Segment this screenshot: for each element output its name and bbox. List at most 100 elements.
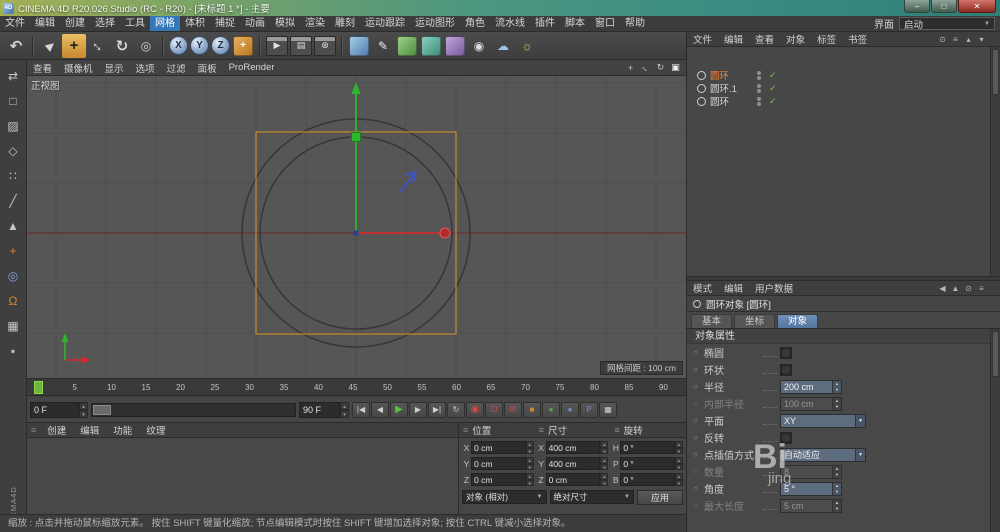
- om-menu-item[interactable]: 查看: [749, 32, 780, 46]
- stepper[interactable]: ▲▼: [832, 483, 841, 495]
- zoom-view-icon[interactable]: ↔: [638, 61, 653, 74]
- menu-item[interactable]: 捕捉: [210, 16, 240, 31]
- viewport-canvas[interactable]: [27, 76, 686, 378]
- om-menu-item[interactable]: 文件: [687, 32, 718, 46]
- end-frame-value[interactable]: 90 F: [299, 402, 340, 418]
- viewport-menu-item[interactable]: 摄像机: [58, 61, 99, 75]
- position-header[interactable]: ≡位置: [459, 423, 535, 437]
- visibility-dots-icon[interactable]: [756, 70, 762, 81]
- field-value[interactable]: 0 cm: [471, 457, 526, 470]
- object-name[interactable]: 圆环: [710, 94, 756, 108]
- axis-lock-button[interactable]: ▪: [0, 338, 26, 363]
- x-axis-handle[interactable]: [440, 228, 450, 238]
- material-menu-item[interactable]: 功能: [106, 423, 139, 437]
- lock-y-axis[interactable]: Y: [190, 36, 209, 55]
- timeline-playhead[interactable]: [34, 381, 43, 394]
- size-mode-select[interactable]: 绝对尺寸▼: [550, 490, 635, 504]
- om-menu-item[interactable]: 标签: [811, 32, 842, 46]
- anim-dot-icon[interactable]: ○: [693, 433, 704, 442]
- stepper[interactable]: ▲▼: [526, 473, 534, 486]
- scroll-up-icon[interactable]: ▴: [962, 35, 975, 44]
- enable-snap-button[interactable]: Ω: [0, 288, 26, 313]
- viewport-menu-item[interactable]: 过滤: [161, 61, 192, 75]
- viewport-menu-item[interactable]: 选项: [130, 61, 161, 75]
- tab-coordinates[interactable]: 坐标: [734, 314, 775, 328]
- points-mode-button[interactable]: ∷: [0, 163, 26, 188]
- pan-view-icon[interactable]: +: [623, 61, 638, 74]
- interpolation-select[interactable]: 自动适应▼: [780, 448, 866, 462]
- timeline-slider[interactable]: [91, 403, 296, 417]
- edges-mode-button[interactable]: ╱: [0, 188, 26, 213]
- anim-dot-icon[interactable]: ○: [693, 484, 704, 493]
- goto-start-button[interactable]: |◀: [352, 402, 370, 418]
- om-menu-item[interactable]: 对象: [780, 32, 811, 46]
- polygons-mode-button[interactable]: ▲: [0, 213, 26, 238]
- workplane-mode-button[interactable]: ◇: [0, 138, 26, 163]
- rotation-h-field[interactable]: H0 °▲▼: [611, 440, 683, 455]
- stepper-down-icon[interactable]: ▼: [340, 410, 349, 418]
- stepper[interactable]: ▲▼: [600, 473, 608, 486]
- enable-check-icon[interactable]: ✓: [769, 70, 777, 81]
- menu-item[interactable]: 模拟: [270, 16, 300, 31]
- stepper[interactable]: ▲▼: [600, 457, 608, 470]
- field-value[interactable]: 0 °: [620, 441, 675, 454]
- toggle-pla-key[interactable]: ▦: [599, 402, 617, 418]
- deformer-button[interactable]: [445, 36, 465, 56]
- menu-item[interactable]: 选择: [90, 16, 120, 31]
- menu-item[interactable]: 体积: [180, 16, 210, 31]
- model-mode-button[interactable]: □: [0, 88, 26, 113]
- viewport-menu-item[interactable]: 面板: [192, 61, 223, 75]
- anim-dot-icon[interactable]: ○: [693, 416, 704, 425]
- plane-select[interactable]: XY▼: [780, 414, 866, 428]
- current-frame-value[interactable]: 0 F: [30, 402, 79, 418]
- autokey-button[interactable]: ⊙: [485, 402, 503, 418]
- current-frame-field[interactable]: 0 F ▲▼: [30, 402, 88, 418]
- field-value[interactable]: 0 cm: [546, 473, 601, 486]
- goto-end-button[interactable]: ▶|: [428, 402, 446, 418]
- generator-button[interactable]: [421, 36, 441, 56]
- position-y-field[interactable]: Y0 cm▲▼: [462, 456, 534, 471]
- filter-icon[interactable]: ≡: [949, 35, 962, 44]
- menu-item[interactable]: 渲染: [300, 16, 330, 31]
- menu-item[interactable]: 脚本: [560, 16, 590, 31]
- stepper[interactable]: ▲▼: [79, 402, 88, 418]
- size-header[interactable]: ≡尺寸: [535, 423, 611, 437]
- end-frame-field[interactable]: 90 F ▲▼: [299, 402, 349, 418]
- object-name[interactable]: 圆环: [710, 68, 756, 82]
- field-value[interactable]: 0 °: [620, 473, 675, 486]
- menu-item[interactable]: 运动图形: [410, 16, 460, 31]
- scrollbar-thumb[interactable]: [992, 49, 999, 95]
- anim-dot-icon[interactable]: ○: [693, 382, 704, 391]
- coordinate-mode-select[interactable]: 对象 (相对)▼: [462, 490, 547, 504]
- apply-button[interactable]: 应用: [637, 490, 683, 505]
- anim-dot-icon[interactable]: ○: [693, 450, 704, 459]
- history-icon[interactable]: ≡: [975, 284, 988, 293]
- lock-icon[interactable]: ⊙: [962, 284, 975, 293]
- menu-item[interactable]: 角色: [460, 16, 490, 31]
- size-x-field[interactable]: X400 cm▲▼: [537, 440, 609, 455]
- close-button[interactable]: ✕: [958, 0, 996, 13]
- undo-button[interactable]: ↶: [4, 34, 28, 58]
- tab-object[interactable]: 对象: [777, 314, 818, 328]
- timeline-slider-handle[interactable]: [93, 405, 111, 415]
- spline-pen-button[interactable]: ✎: [371, 34, 395, 58]
- lock-z-axis[interactable]: Z: [211, 36, 230, 55]
- menu-item[interactable]: 网格: [150, 16, 180, 31]
- viewport-menu-item[interactable]: 显示: [99, 61, 130, 75]
- timeline-ruler[interactable]: 051015202530354045505560657075808590: [27, 378, 686, 396]
- menu-item[interactable]: 帮助: [620, 16, 650, 31]
- y-axis-handle[interactable]: [352, 133, 361, 142]
- menu-item[interactable]: 编辑: [30, 16, 60, 31]
- toggle-parameter-key[interactable]: P: [580, 402, 598, 418]
- field-value[interactable]: 400 cm: [546, 441, 601, 454]
- enable-check-icon[interactable]: ✓: [769, 83, 777, 94]
- stepper-down-icon[interactable]: ▼: [79, 410, 88, 418]
- menu-item[interactable]: 插件: [530, 16, 560, 31]
- stepper[interactable]: ▲▼: [600, 441, 608, 454]
- am-menu-item[interactable]: 模式: [687, 281, 718, 295]
- material-menu-item[interactable]: 创建: [40, 423, 73, 437]
- next-frame-button[interactable]: ▶: [409, 402, 427, 418]
- object-row[interactable]: 圆环 ✓: [687, 95, 1000, 107]
- menu-item[interactable]: 窗口: [590, 16, 620, 31]
- toggle-scale-key[interactable]: ●: [542, 402, 560, 418]
